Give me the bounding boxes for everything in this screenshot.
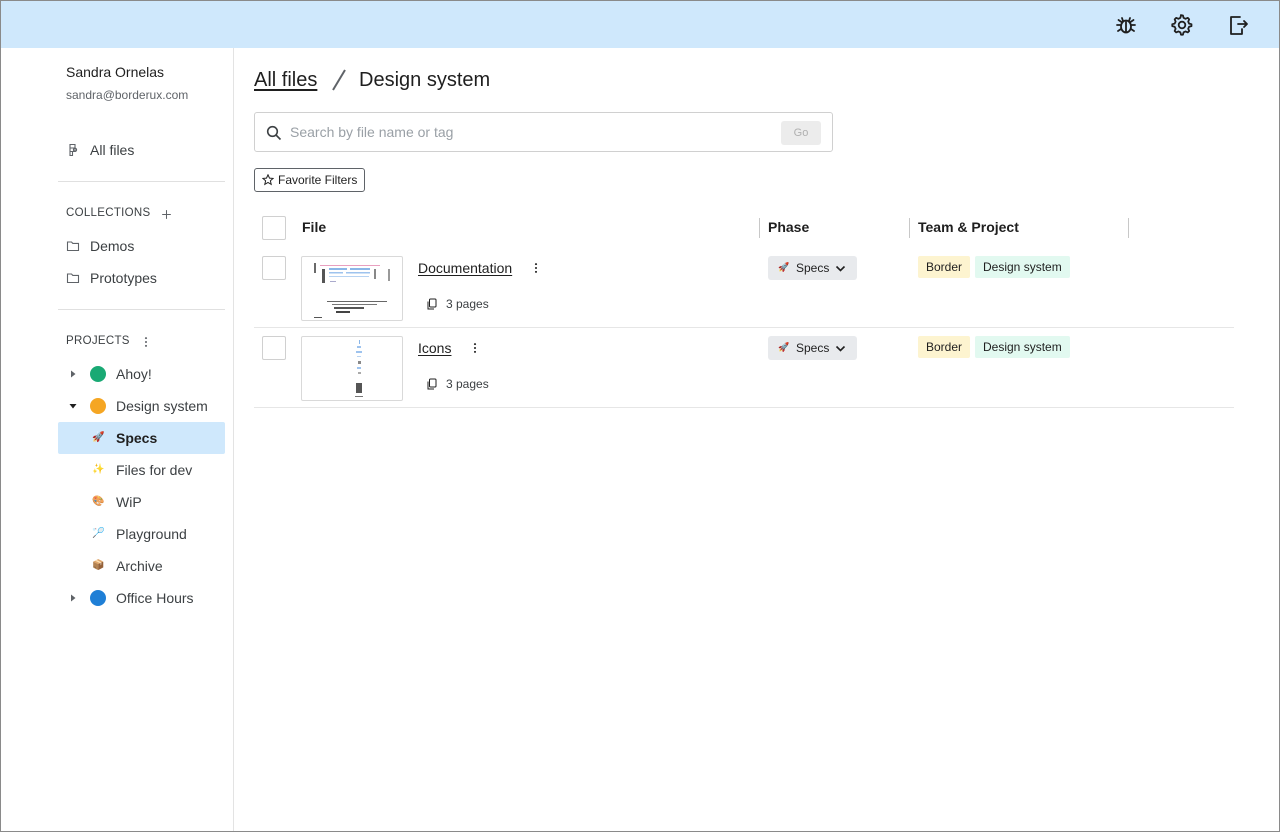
bug-icon[interactable] [1114,13,1138,37]
column-header-file[interactable]: File [302,219,326,235]
package-icon: 📦 [92,560,105,571]
file-thumbnail[interactable] [301,256,403,321]
folder-icon [66,239,80,253]
breadcrumb-separator [332,69,346,91]
sidebar: Sandra Ornelas sandra@borderux.com All f… [1,48,234,831]
figma-file-icon [66,143,80,157]
collections-title: COLLECTIONS [66,207,151,219]
search-input[interactable] [290,121,770,143]
file-name-link[interactable]: Icons [418,340,451,356]
file-name-link[interactable]: Documentation [418,260,512,276]
sidebar-item-demos[interactable]: Demos [58,230,225,262]
sidebar-item-prototypes[interactable]: Prototypes [58,262,225,294]
breadcrumb-all-files[interactable]: All files [254,69,317,92]
team-tag[interactable]: Border [918,336,971,358]
column-header-phase[interactable]: Phase [768,219,809,235]
badminton-icon: 🏸 [92,528,105,539]
folder-icon [66,271,80,285]
chevron-down-icon [835,345,846,352]
subitem-label: Specs [116,430,158,446]
rocket-icon: 🚀 [92,432,105,443]
file-thumbnail[interactable] [301,336,403,401]
column-divider[interactable] [1128,218,1129,238]
caret-down-icon[interactable] [68,401,78,411]
column-divider[interactable] [759,218,760,238]
file-menu-kebab-icon[interactable] [532,261,540,275]
project-label: Design system [116,398,208,414]
phase-label: Specs [796,261,830,275]
sidebar-item-label: Prototypes [90,270,157,286]
projects-title: PROJECTS [66,335,130,347]
chevron-down-icon [835,265,846,272]
row-divider [254,407,1234,408]
sidebar-subitem-files-for-dev[interactable]: ✨ Files for dev [58,454,225,486]
row-divider [254,327,1234,328]
palette-icon: 🎨 [92,496,105,507]
favorite-filters-label: Favorite Filters [278,173,358,187]
search-box: Go [254,112,833,152]
phase-dropdown[interactable]: 🚀 Specs [768,336,857,360]
settings-gear-icon[interactable] [1170,13,1194,37]
sidebar-divider [58,181,225,182]
sidebar-project-design-system[interactable]: Design system [58,390,225,422]
add-collection-plus-icon[interactable] [159,207,173,221]
user-email: sandra@borderux.com [66,88,189,102]
user-name: Sandra Ornelas [66,64,165,80]
page-title: Design system [359,69,491,91]
row-checkbox[interactable] [262,336,286,360]
subitem-label: Files for dev [116,462,193,478]
page-count: 3 pages [446,297,489,311]
column-divider[interactable] [909,218,910,238]
project-color-dot [90,398,106,414]
sidebar-subitem-playground[interactable]: 🏸 Playground [58,518,225,550]
logout-icon[interactable] [1226,13,1250,37]
subitem-label: Playground [116,526,187,542]
rocket-icon: 🚀 [778,342,790,352]
sidebar-project-ahoy[interactable]: Ahoy! [58,358,225,390]
sidebar-subitem-specs[interactable]: 🚀 Specs [58,422,225,454]
team-tag[interactable]: Border [918,256,971,278]
project-color-dot [90,366,106,382]
project-label: Office Hours [116,590,194,606]
top-bar [1,1,1279,48]
sidebar-item-label: Demos [90,238,135,254]
project-tag[interactable]: Design system [975,256,1070,278]
phase-dropdown[interactable]: 🚀 Specs [768,256,857,280]
search-icon [266,125,282,141]
rocket-icon: 🚀 [778,262,790,272]
subitem-label: Archive [116,558,163,574]
sidebar-subitem-wip[interactable]: 🎨 WiP [58,486,225,518]
select-all-checkbox[interactable] [262,216,286,240]
sidebar-item-all-files[interactable]: All files [58,134,225,166]
project-color-dot [90,590,106,606]
project-label: Ahoy! [116,366,152,382]
search-go-button[interactable]: Go [781,121,821,145]
project-tag[interactable]: Design system [975,336,1070,358]
pages-icon [427,378,437,390]
favorite-filters-button[interactable]: Favorite Filters [254,168,365,192]
sidebar-divider [58,309,225,310]
row-checkbox[interactable] [262,256,286,280]
caret-right-icon[interactable] [68,369,78,379]
sidebar-project-office-hours[interactable]: Office Hours [58,582,225,614]
sidebar-item-label: All files [90,142,135,158]
page-count: 3 pages [446,377,489,391]
file-menu-kebab-icon[interactable] [471,341,479,355]
column-header-team-project[interactable]: Team & Project [918,219,1019,235]
sparkles-icon: ✨ [92,464,105,475]
pages-icon [427,298,437,310]
star-icon [262,174,274,186]
caret-right-icon[interactable] [68,593,78,603]
sidebar-subitem-archive[interactable]: 📦 Archive [58,550,225,582]
projects-menu-kebab-icon[interactable] [139,335,153,349]
subitem-label: WiP [116,494,142,510]
phase-label: Specs [796,341,830,355]
